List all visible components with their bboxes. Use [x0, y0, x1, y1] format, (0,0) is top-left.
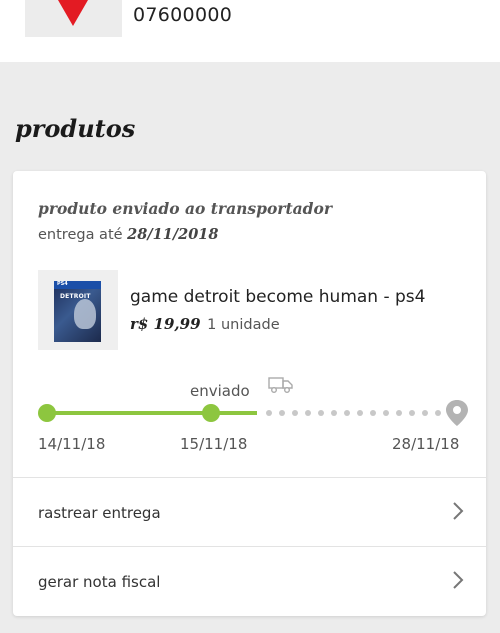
- timeline-pending-dots: [266, 410, 441, 416]
- store-logo: [25, 0, 122, 37]
- top-bar: 07600000: [0, 0, 500, 62]
- chevron-right-icon: [453, 502, 464, 520]
- product-price-line: r$ 19,99 1 unidade: [130, 315, 280, 333]
- timeline-date-ordered: 14/11/18: [38, 435, 106, 453]
- product-name[interactable]: game detroit become human - ps4: [130, 287, 425, 307]
- delivery-timeline: [38, 400, 468, 426]
- section-title: produtos: [15, 114, 136, 143]
- cover-platform-band: PS4: [54, 281, 101, 289]
- shipping-status: produto enviado ao transportador: [38, 199, 333, 218]
- invoice-row[interactable]: gerar nota fiscal: [13, 546, 486, 614]
- timeline-date-shipped: 15/11/18: [180, 435, 248, 453]
- order-card: produto enviado ao transportador entrega…: [13, 171, 486, 616]
- truck-icon: [268, 377, 293, 393]
- chevron-right-icon: [453, 571, 464, 589]
- zip-code: 07600000: [133, 4, 233, 26]
- cover-platform: PS4: [57, 281, 68, 287]
- product-price: r$ 19,99: [130, 315, 201, 333]
- cover-face: [74, 299, 96, 329]
- product-quantity: 1 unidade: [207, 317, 280, 333]
- cover-title: DETROIT: [60, 293, 91, 300]
- invoice-label: gerar nota fiscal: [38, 573, 161, 591]
- timeline-dot-shipped: [202, 404, 220, 422]
- timeline-dot-ordered: [38, 404, 56, 422]
- game-cover-image: PS4 DETROIT: [54, 281, 101, 342]
- track-delivery-row[interactable]: rastrear entrega: [13, 477, 486, 545]
- product-thumbnail[interactable]: PS4 DETROIT: [38, 270, 118, 350]
- destination-pin-icon: [446, 400, 468, 426]
- delivery-estimate: entrega até 28/11/2018: [38, 226, 218, 243]
- timeline-date-delivery: 28/11/18: [392, 435, 460, 453]
- delivery-prefix: entrega até: [38, 227, 123, 243]
- track-delivery-label: rastrear entrega: [38, 504, 161, 522]
- delivery-date: 28/11/2018: [127, 226, 219, 243]
- logo-triangle-icon: [58, 0, 88, 26]
